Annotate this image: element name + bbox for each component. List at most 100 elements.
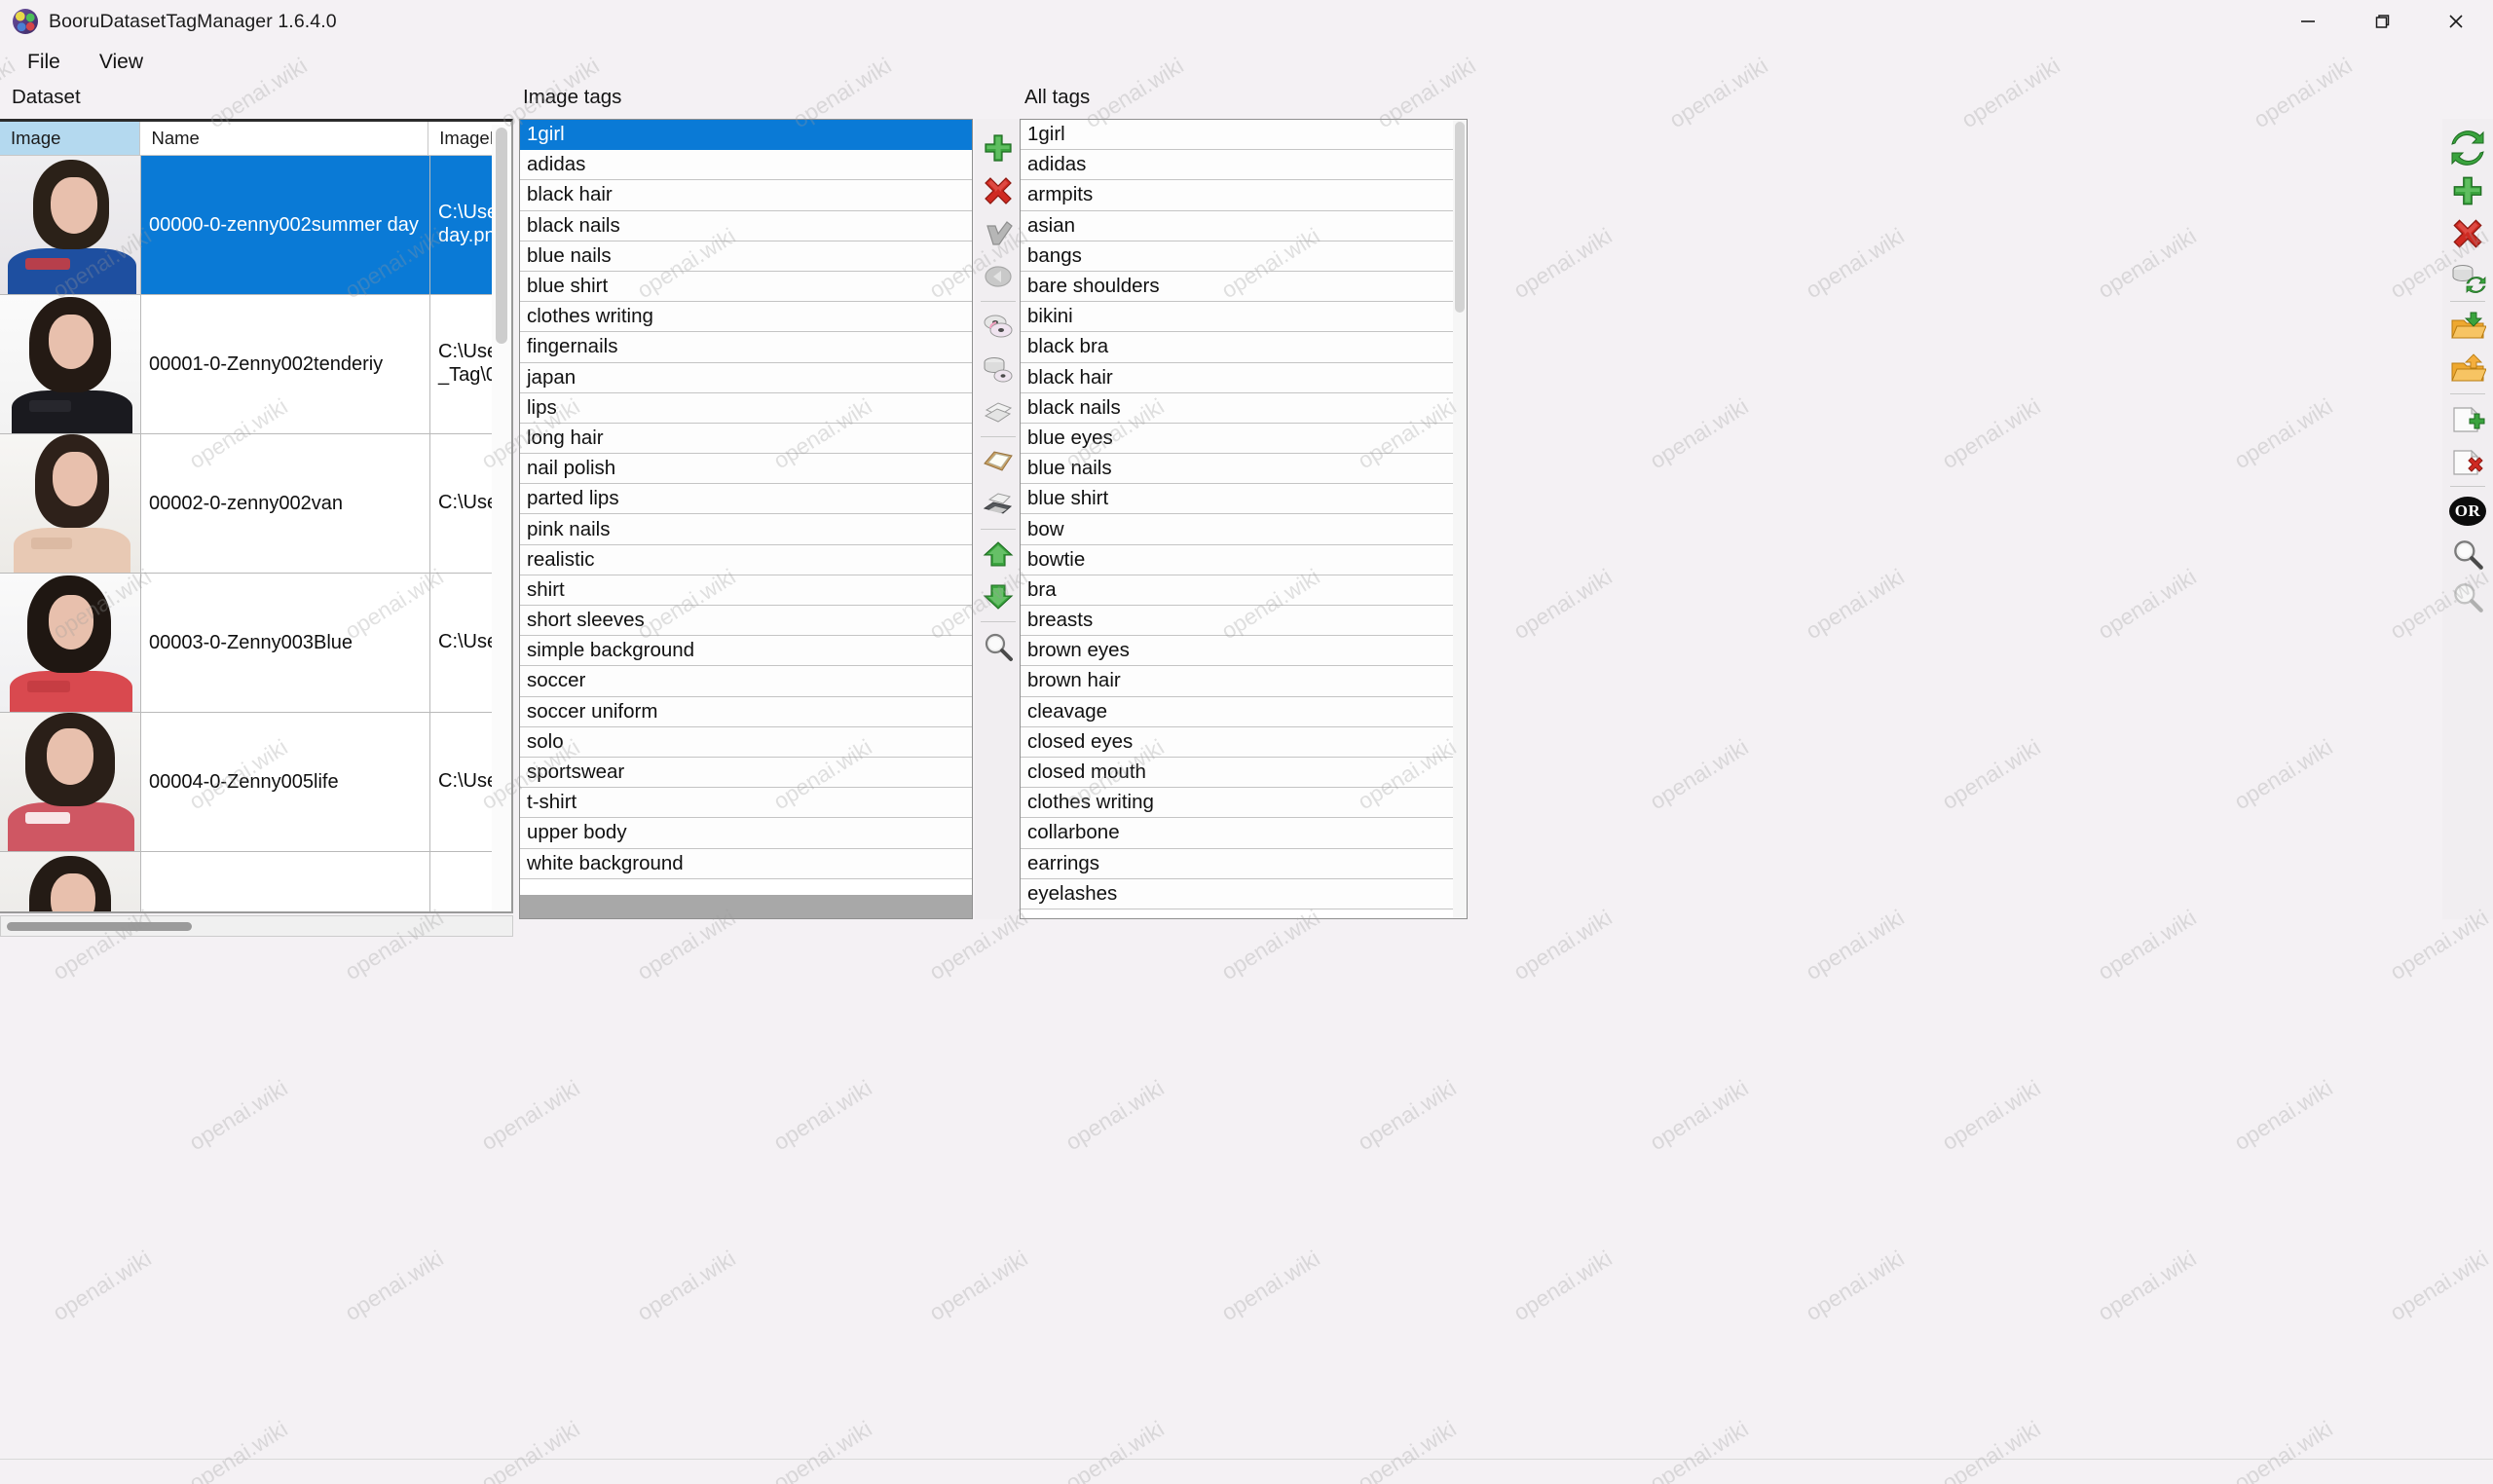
image-tag-item[interactable]: japan — [520, 362, 972, 393]
table-row[interactable]: 00004-0-Zenny005life C:\Use — [0, 713, 511, 852]
search-clear-button[interactable] — [2446, 575, 2489, 618]
image-tag-item[interactable]: 1girl — [520, 120, 972, 151]
image-tag-item[interactable]: lips — [520, 392, 972, 424]
all-tag-item[interactable]: bare shoulders — [1021, 271, 1467, 303]
all-tag-item[interactable]: bowtie — [1021, 544, 1467, 575]
row-name-cell[interactable]: 00001-0-Zenny002tenderiy — [141, 295, 430, 433]
export-folder-button[interactable] — [2446, 348, 2489, 390]
table-row[interactable]: 00003-0-Zenny003Blue C:\Use — [0, 574, 511, 713]
all-tag-item[interactable]: brown hair — [1021, 666, 1467, 697]
all-tag-item[interactable]: black hair — [1021, 362, 1467, 393]
all-tag-item[interactable]: clothes writing — [1021, 788, 1467, 819]
move-tag-down-button[interactable] — [977, 575, 1020, 618]
all-tag-item[interactable]: asian — [1021, 210, 1467, 241]
all-tag-item[interactable]: earrings — [1021, 848, 1467, 879]
image-tag-item[interactable]: fingernails — [520, 332, 972, 363]
column-header-image[interactable]: Image — [0, 122, 141, 155]
row-name-cell[interactable] — [141, 852, 430, 911]
all-tag-item[interactable]: bikini — [1021, 302, 1467, 333]
all-tag-item[interactable]: blue eyes — [1021, 423, 1467, 455]
all-tag-item[interactable]: brown eyes — [1021, 636, 1467, 667]
all-tag-item[interactable]: 1girl — [1021, 120, 1467, 151]
image-tag-item[interactable]: white background — [520, 848, 972, 879]
menu-item-view[interactable]: View — [86, 49, 157, 78]
print-tags-button[interactable] — [977, 483, 1020, 526]
add-tag-button[interactable] — [977, 127, 1020, 169]
move-tag-up-button[interactable] — [977, 533, 1020, 575]
minimize-button[interactable] — [2271, 0, 2345, 43]
row-thumbnail[interactable] — [0, 156, 141, 294]
all-tags-vertical-scrollbar[interactable] — [1453, 120, 1467, 918]
all-tag-item[interactable]: closed eyes — [1021, 726, 1467, 758]
image-tag-item[interactable]: adidas — [520, 150, 972, 181]
image-tag-item[interactable]: nail polish — [520, 454, 972, 485]
row-thumbnail[interactable] — [0, 713, 141, 851]
apply-tag-button[interactable] — [977, 212, 1020, 255]
or-filter-button[interactable]: OR — [2446, 490, 2489, 533]
add-file-button[interactable] — [2446, 397, 2489, 440]
delete-tag-button[interactable] — [977, 169, 1020, 212]
image-tag-item[interactable]: parted lips — [520, 484, 972, 515]
image-tag-item[interactable]: realistic — [520, 544, 972, 575]
dataset-vertical-scrollbar[interactable] — [492, 125, 511, 911]
all-tag-item[interactable]: cleavage — [1021, 696, 1467, 727]
all-tag-item[interactable]: collarbone — [1021, 818, 1467, 849]
find-tag-button[interactable] — [977, 625, 1020, 668]
image-tag-item[interactable]: blue shirt — [520, 271, 972, 303]
column-header-name[interactable]: Name — [140, 122, 429, 155]
row-name-cell[interactable]: 00000-0-zenny002summer day — [141, 156, 430, 294]
remove-file-button[interactable] — [2446, 440, 2489, 483]
refresh-tags-button[interactable] — [2446, 127, 2489, 169]
image-tag-item[interactable]: long hair — [520, 423, 972, 455]
image-tag-item[interactable]: simple background — [520, 636, 972, 667]
all-tag-item[interactable]: black bra — [1021, 332, 1467, 363]
table-row[interactable]: 00001-0-Zenny002tenderiy C:\Use _Tag\0 — [0, 295, 511, 434]
table-row[interactable]: 00000-0-zenny002summer day C:\Use day.pn — [0, 156, 511, 295]
image-tag-item[interactable]: sportswear — [520, 757, 972, 789]
copy-tags-button[interactable] — [977, 305, 1020, 348]
all-tag-item[interactable]: bra — [1021, 575, 1467, 606]
all-tag-item[interactable]: bow — [1021, 514, 1467, 545]
image-tag-item[interactable]: solo — [520, 726, 972, 758]
paste-tags-button[interactable] — [977, 440, 1020, 483]
all-tag-item[interactable]: black nails — [1021, 392, 1467, 424]
image-tag-item[interactable]: clothes writing — [520, 302, 972, 333]
all-tag-item[interactable]: armpits — [1021, 180, 1467, 211]
image-tag-item[interactable]: upper body — [520, 818, 972, 849]
row-thumbnail[interactable] — [0, 295, 141, 433]
all-tag-item[interactable]: bangs — [1021, 241, 1467, 272]
all-tag-item[interactable]: blue shirt — [1021, 484, 1467, 515]
all-tags-list[interactable]: 1girl adidas armpits asian bangs bare shoulde… — [1020, 119, 1468, 919]
image-tag-item[interactable]: black hair — [520, 180, 972, 211]
all-tags-vertical-scroll-thumb[interactable] — [1455, 122, 1465, 313]
image-tag-item[interactable]: shirt — [520, 575, 972, 606]
replace-tag-button[interactable] — [977, 255, 1020, 298]
image-tag-item[interactable]: blue nails — [520, 241, 972, 272]
image-tag-item[interactable]: short sleeves — [520, 606, 972, 637]
image-tags-horizontal-scrollbar[interactable] — [520, 895, 972, 918]
image-tag-item[interactable]: black nails — [520, 210, 972, 241]
image-tags-list[interactable]: 1girl adidas black hair black nails blue nai… — [519, 119, 973, 919]
row-thumbnail[interactable] — [0, 852, 141, 911]
duplicate-tags-button[interactable] — [977, 390, 1020, 433]
image-tag-item[interactable]: soccer — [520, 666, 972, 697]
all-tag-item[interactable]: eyelashes — [1021, 878, 1467, 909]
close-button[interactable] — [2419, 0, 2493, 43]
import-folder-button[interactable] — [2446, 305, 2489, 348]
image-tag-item[interactable]: soccer uniform — [520, 696, 972, 727]
all-tag-item[interactable]: closed mouth — [1021, 757, 1467, 789]
image-tag-item[interactable]: pink nails — [520, 514, 972, 545]
search-tags-button[interactable] — [2446, 533, 2489, 575]
dataset-grid[interactable]: Image Name ImageFile 00000-0-zenny002sum… — [0, 119, 513, 913]
dataset-horizontal-scrollbar[interactable] — [0, 915, 513, 937]
table-row[interactable] — [0, 852, 511, 911]
save-tags-button[interactable] — [977, 348, 1020, 390]
row-thumbnail[interactable] — [0, 574, 141, 712]
maximize-button[interactable] — [2345, 0, 2419, 43]
dataset-vertical-scroll-thumb[interactable] — [496, 128, 507, 344]
add-all-tag-button[interactable] — [2446, 169, 2489, 212]
row-name-cell[interactable]: 00002-0-zenny002van — [141, 434, 430, 573]
dataset-horizontal-scroll-thumb[interactable] — [7, 922, 192, 931]
table-row[interactable]: 00002-0-zenny002van C:\Use — [0, 434, 511, 574]
menu-item-file[interactable]: File — [14, 49, 74, 78]
